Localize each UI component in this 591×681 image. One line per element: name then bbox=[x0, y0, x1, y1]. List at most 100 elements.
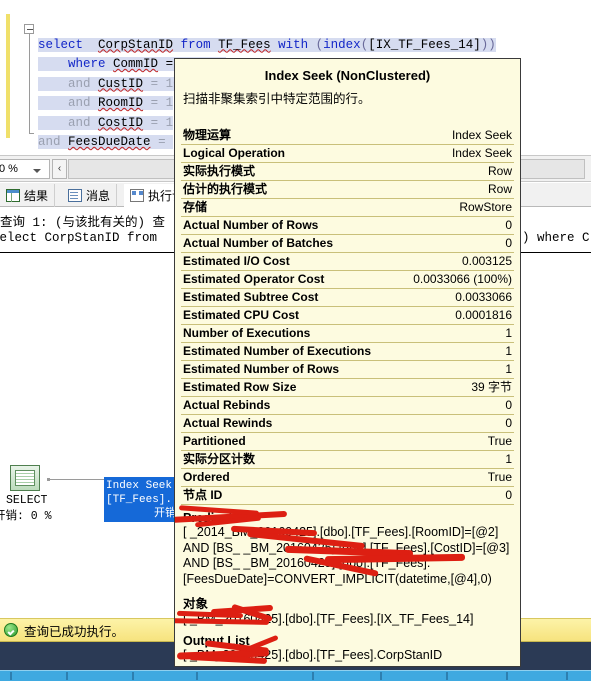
tooltip-section-heading: Predicate bbox=[183, 511, 240, 525]
tooltip-property-value: Row bbox=[487, 164, 512, 178]
tooltip-property-key: Actual Rewinds bbox=[183, 416, 273, 430]
tab-results[interactable]: 结果 bbox=[0, 184, 56, 207]
index-seek-node[interactable]: Index Seek [TF_Fees]. 开销 bbox=[104, 477, 178, 522]
collapse-toggle-icon[interactable] bbox=[24, 24, 34, 34]
tooltip-property-row: 节点 ID 0 bbox=[181, 487, 514, 505]
plan-query-tail: ) where C bbox=[522, 231, 590, 245]
tooltip-section-body: [ _2014_BM_20160425].[dbo].[TF_Fees].[Ro… bbox=[183, 525, 510, 586]
editor-outline-column[interactable] bbox=[22, 14, 38, 138]
tooltip-property-value: 39 字节 bbox=[471, 380, 512, 394]
tooltip-property-row: Actual Rewinds 0 bbox=[181, 415, 514, 433]
tab-results-label: 结果 bbox=[24, 189, 49, 203]
taskbar-tick bbox=[10, 672, 12, 680]
tooltip-spacer bbox=[175, 107, 520, 127]
taskbar-tick bbox=[132, 672, 134, 680]
tooltip-property-row: Estimated Operator Cost 0.0033066 (100%) bbox=[181, 271, 514, 289]
tooltip-property-rows: 物理运算 Index Seek Logical Operation Index See… bbox=[175, 127, 520, 505]
operator-tooltip: Index Seek (NonClustered) 扫描非聚集索引中特定范围的行… bbox=[174, 58, 521, 667]
tooltip-property-row: 实际执行模式 Row bbox=[181, 163, 514, 181]
taskbar-tick bbox=[380, 672, 382, 680]
tooltip-property-value: 0 bbox=[505, 218, 512, 232]
tab-messages[interactable]: 消息 bbox=[62, 184, 118, 207]
tooltip-property-row: Estimated Number of Rows 1 bbox=[181, 361, 514, 379]
tooltip-property-key: Partitioned bbox=[183, 434, 246, 448]
tooltip-property-row: 估计的执行模式 Row bbox=[181, 181, 514, 199]
index-seek-node-line2: [TF_Fees]. bbox=[106, 494, 173, 506]
tooltip-property-value: Row bbox=[487, 182, 512, 196]
plan-query-header: 查询 1: (与该批有关的) 查 bbox=[0, 216, 166, 230]
taskbar-tick bbox=[312, 672, 314, 680]
tooltip-property-key: 实际分区计数 bbox=[183, 452, 256, 466]
tooltip-property-row: Estimated Number of Executions 1 bbox=[181, 343, 514, 361]
index-seek-node-line1: Index Seek bbox=[106, 480, 173, 492]
tooltip-property-value: True bbox=[487, 434, 512, 448]
plan-query-text: select CorpStanID from bbox=[0, 231, 158, 245]
select-node-icon[interactable] bbox=[10, 465, 40, 491]
zoom-level-value: 0 % bbox=[0, 163, 18, 175]
tooltip-property-value: True bbox=[487, 470, 512, 484]
tooltip-property-key: Number of Executions bbox=[183, 326, 311, 340]
taskbar-tick bbox=[196, 672, 198, 680]
tooltip-property-key: Actual Number of Rows bbox=[183, 218, 319, 232]
tooltip-property-row: Estimated Subtree Cost 0.0033066 bbox=[181, 289, 514, 307]
taskbar-tick bbox=[566, 672, 568, 680]
tooltip-property-key: Actual Rebinds bbox=[183, 398, 271, 412]
tooltip-property-value: 1 bbox=[505, 452, 512, 466]
message-icon bbox=[68, 189, 82, 202]
sql-line: select CorpStanID from TF_Fees with (ind… bbox=[38, 37, 496, 52]
tooltip-property-key: Estimated CPU Cost bbox=[183, 308, 300, 322]
tooltip-description: 扫描非聚集索引中特定范围的行。 bbox=[183, 92, 371, 106]
tooltip-property-key: Estimated Row Size bbox=[183, 380, 297, 394]
tooltip-property-value: 0 bbox=[505, 488, 512, 502]
taskbar-tick bbox=[446, 672, 448, 680]
tooltip-property-value: 0.003125 bbox=[461, 254, 512, 268]
tooltip-section-body: [ _BM_20160425].[dbo].[TF_Fees].CorpStan… bbox=[183, 647, 443, 662]
plan-connector-arrow bbox=[47, 478, 104, 481]
index-seek-node-line3: 开销 bbox=[154, 508, 176, 520]
tooltip-property-row: Number of Executions 1 bbox=[181, 325, 514, 343]
tooltip-property-key: Estimated Operator Cost bbox=[183, 272, 325, 286]
tooltip-sections: Predicate[ _2014_BM_20160425].[dbo].[TF_… bbox=[175, 505, 520, 663]
tooltip-property-value: Index Seek bbox=[451, 146, 512, 160]
tooltip-property-value: 1 bbox=[505, 362, 512, 376]
tooltip-property-key: 实际执行模式 bbox=[183, 164, 256, 178]
tooltip-property-row: Logical Operation Index Seek bbox=[181, 145, 514, 163]
split-left-button[interactable]: ‹ bbox=[52, 159, 67, 179]
tooltip-property-key: Ordered bbox=[183, 470, 230, 484]
tooltip-property-value: 0.0001816 bbox=[455, 308, 512, 322]
tooltip-section-heading: 对象 bbox=[183, 597, 209, 611]
execution-plan-icon bbox=[130, 189, 144, 202]
zoom-level-combo[interactable]: 0 % bbox=[0, 159, 50, 179]
tooltip-property-row: Estimated I/O Cost 0.003125 bbox=[181, 253, 514, 271]
tooltip-property-value: 0 bbox=[505, 398, 512, 412]
tooltip-property-row: 实际分区计数 1 bbox=[181, 451, 514, 469]
tooltip-property-row: Estimated CPU Cost 0.0001816 bbox=[181, 307, 514, 325]
tooltip-property-key: Estimated Number of Executions bbox=[183, 344, 372, 358]
screen-root: select CorpStanID from TF_Fees with (ind… bbox=[0, 0, 591, 681]
select-node-cost: 开销: 0 % bbox=[0, 510, 52, 523]
grid-icon bbox=[6, 189, 20, 202]
tooltip-property-row: Ordered True bbox=[181, 469, 514, 487]
tooltip-property-key: Estimated Subtree Cost bbox=[183, 290, 319, 304]
chevron-down-icon[interactable] bbox=[33, 169, 41, 173]
select-node-label: SELECT bbox=[6, 494, 48, 507]
tooltip-property-key: 估计的执行模式 bbox=[183, 182, 268, 196]
tooltip-property-value: 0 bbox=[505, 416, 512, 430]
tooltip-section-body: [ _BM_20160425].[dbo].[TF_Fees].[IX_TF_F… bbox=[183, 612, 474, 626]
taskbar[interactable] bbox=[0, 670, 591, 681]
tooltip-property-value: Index Seek bbox=[451, 128, 512, 142]
tooltip-property-row: 物理运算 Index Seek bbox=[181, 127, 514, 145]
tooltip-property-value: 1 bbox=[505, 344, 512, 358]
tooltip-property-value: 0.0033066 (100%) bbox=[413, 272, 512, 286]
tooltip-property-key: 存储 bbox=[183, 200, 208, 214]
tooltip-property-key: Actual Number of Batches bbox=[183, 236, 334, 250]
tooltip-property-row: Partitioned True bbox=[181, 433, 514, 451]
tooltip-property-row: Actual Number of Rows 0 bbox=[181, 217, 514, 235]
tab-messages-label: 消息 bbox=[86, 189, 111, 203]
tooltip-property-row: Estimated Row Size 39 字节 bbox=[181, 379, 514, 397]
tooltip-property-row: Actual Number of Batches 0 bbox=[181, 235, 514, 253]
status-message: 查询已成功执行。 bbox=[24, 624, 125, 639]
tooltip-property-key: 节点 ID bbox=[183, 488, 223, 502]
tooltip-property-row: Actual Rebinds 0 bbox=[181, 397, 514, 415]
tooltip-property-key: Estimated I/O Cost bbox=[183, 254, 290, 268]
